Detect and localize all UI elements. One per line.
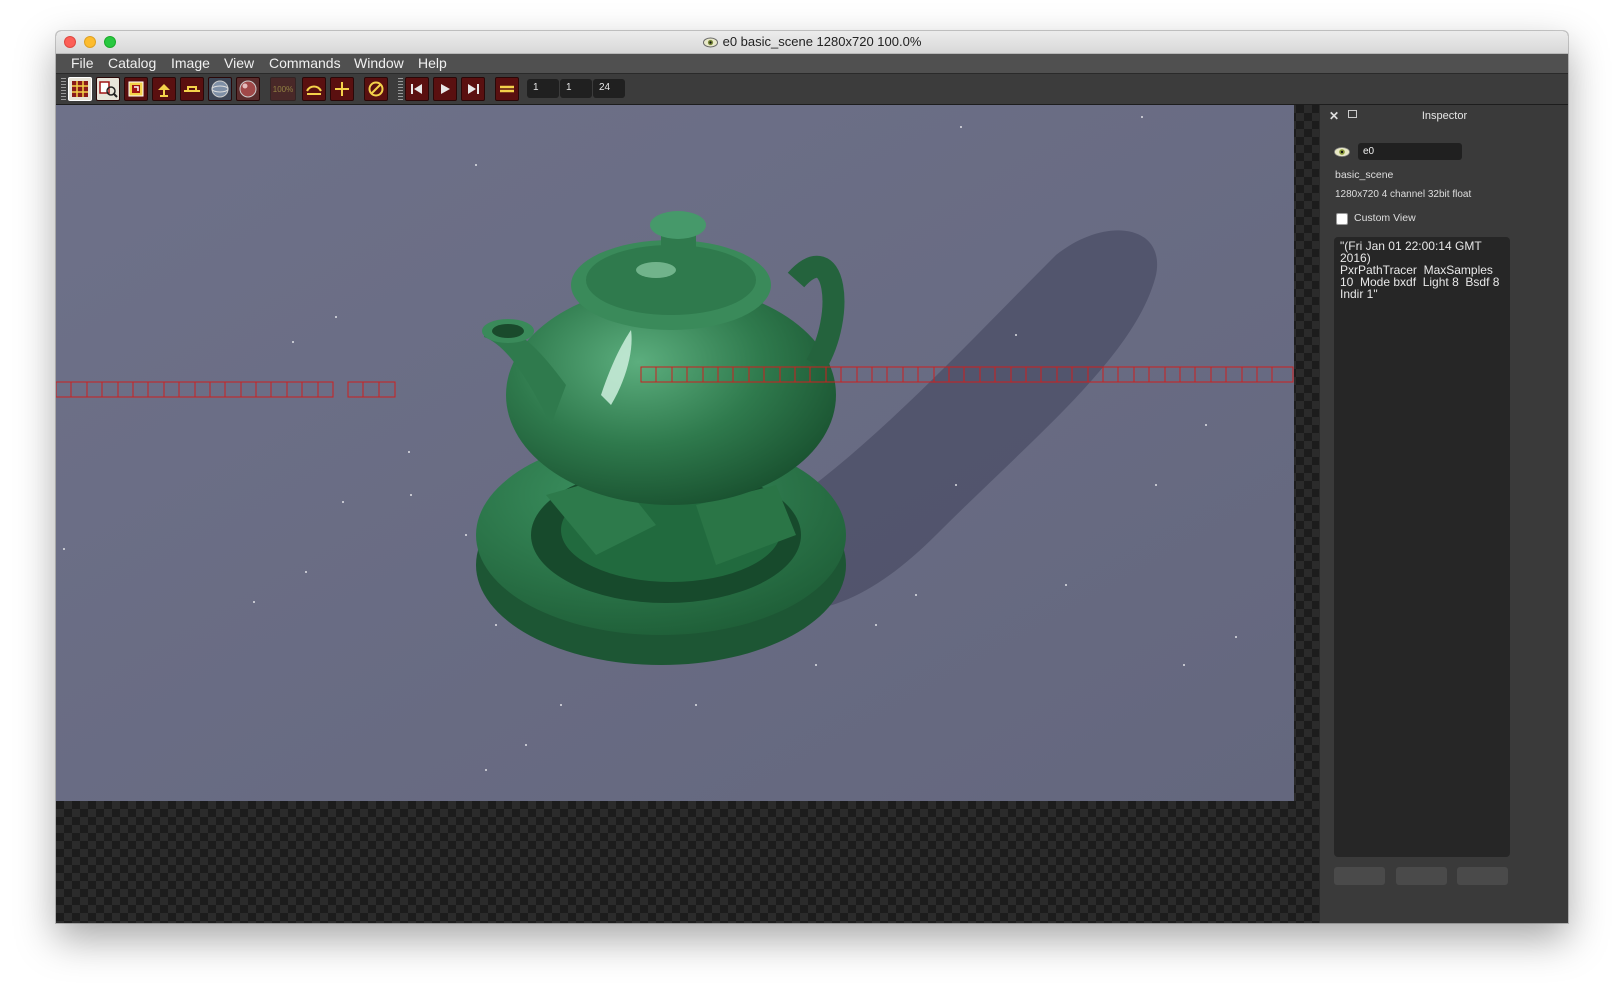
image-viewport[interactable] [56,105,1319,923]
it-window: e0 basic_scene 1280x720 100.0% File Cata… [56,31,1568,923]
image-name-field[interactable]: e0 [1358,143,1462,160]
menu-view[interactable]: View [224,55,254,71]
zoom-100-label: 100% [272,84,294,94]
inspector-header: ✕ Inspector [1320,105,1568,127]
last-frame-icon[interactable] [461,77,485,101]
window-title: e0 basic_scene 1280x720 100.0% [56,34,1568,51]
crosshair-icon[interactable] [330,77,354,101]
menu-file[interactable]: File [71,55,94,71]
image-info: 1280x720 4 channel 32bit float [1335,189,1472,200]
toolbar: 100% 1 1 24 [56,74,1568,105]
menu-help[interactable]: Help [418,55,447,71]
scene-name: basic_scene [1335,169,1394,181]
snapshot-icon[interactable] [124,77,148,101]
menu-bar: File Catalog Image View Commands Window … [56,54,1568,74]
inspector-button-1[interactable] [1334,867,1385,885]
inspector-title: Inspector [1421,110,1468,122]
menu-commands[interactable]: Commands [269,55,341,71]
menu-catalog[interactable]: Catalog [108,55,156,71]
no-color-icon[interactable] [364,77,388,101]
eye-icon [702,36,718,51]
sphere-alt-icon[interactable] [236,77,260,101]
frame-start-field[interactable]: 1 [527,79,559,98]
teapot-knob [650,211,706,239]
rendered-image[interactable] [56,105,1294,801]
custom-view-checkbox[interactable] [1336,213,1348,225]
first-frame-icon[interactable] [405,77,429,101]
frame-current-field[interactable]: 1 [560,79,592,98]
catalog-search-icon[interactable] [96,77,120,101]
light-icon[interactable] [152,77,176,101]
inspector-button-3[interactable] [1457,867,1508,885]
menu-window[interactable]: Window [354,55,404,71]
range-icon[interactable] [495,77,519,101]
sphere-icon[interactable] [208,77,232,101]
toolbar-grip[interactable] [61,78,66,100]
grid-view-icon[interactable] [68,77,92,101]
inspector-panel: ✕ Inspector e0 basic_scene 1280x720 4 ch… [1319,105,1568,923]
render-canvas [56,105,1294,801]
inspector-button-2[interactable] [1396,867,1447,885]
play-icon[interactable] [433,77,457,101]
toolbar-grip-2[interactable] [398,78,403,100]
eye-icon[interactable] [1334,145,1350,163]
zoom-100-icon[interactable]: 100% [270,77,296,101]
window-title-text: e0 basic_scene 1280x720 100.0% [722,34,922,49]
image-notes[interactable]: "(Fri Jan 01 22:00:14 GMT 2016) PxrPathT… [1334,237,1510,857]
bucket-icon[interactable] [302,77,326,101]
horizon-icon[interactable] [180,77,204,101]
frame-end-field[interactable]: 24 [593,79,625,98]
menu-image[interactable]: Image [171,55,210,71]
title-bar: e0 basic_scene 1280x720 100.0% [56,31,1568,54]
custom-view-label: Custom View [1354,212,1416,224]
